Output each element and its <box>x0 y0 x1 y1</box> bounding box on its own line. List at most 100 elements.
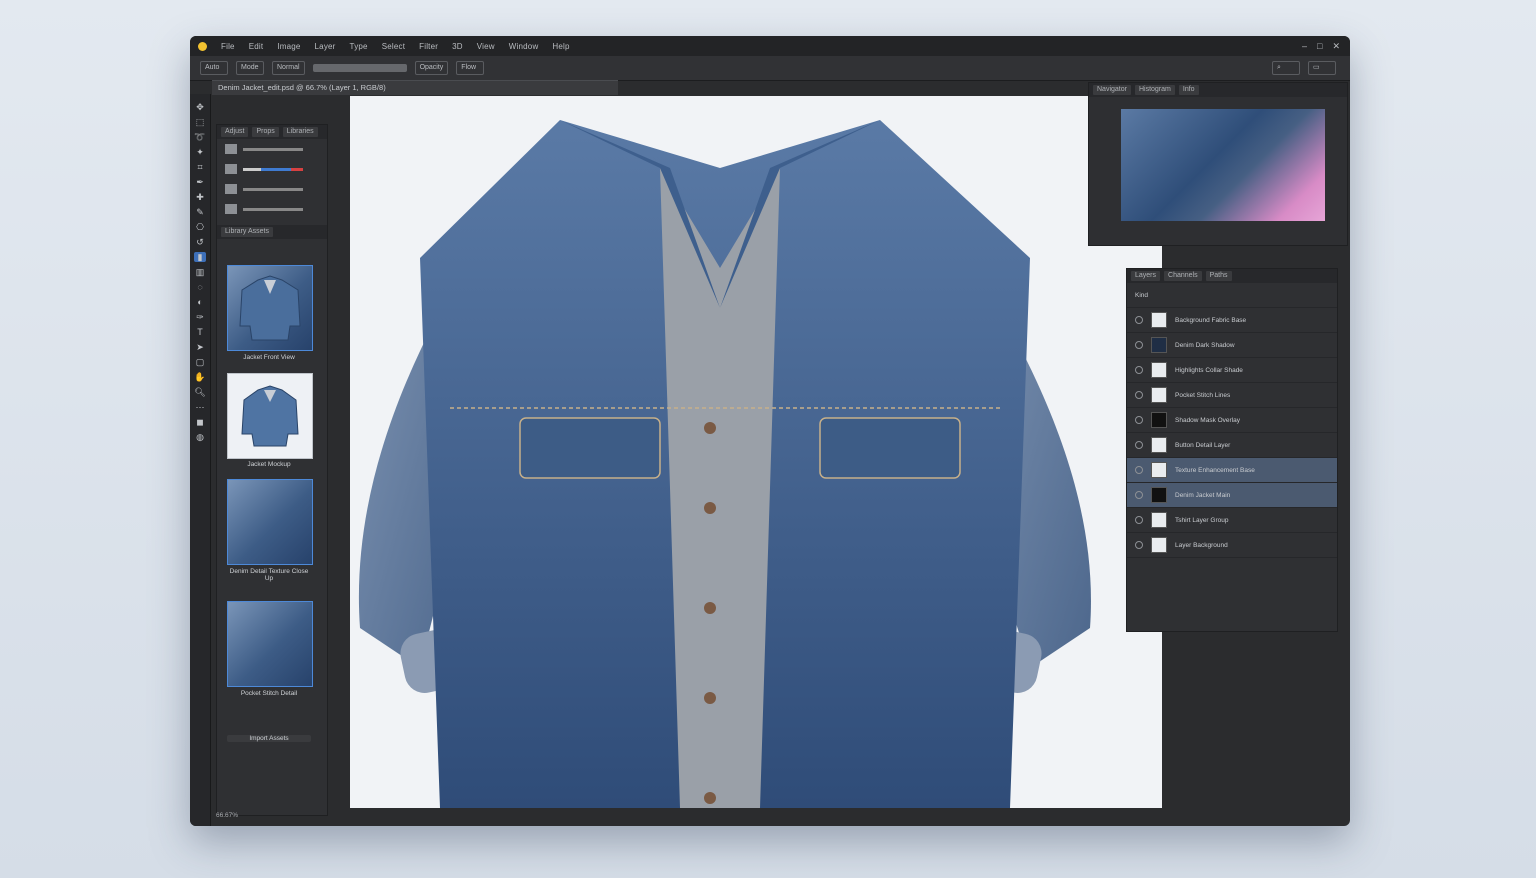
minimize-icon[interactable]: – <box>1302 41 1307 52</box>
workspace-icon[interactable]: ▭ <box>1308 61 1336 75</box>
layer-row[interactable]: Denim Dark Shadow <box>1127 333 1337 358</box>
option-flow[interactable]: Flow <box>456 61 485 75</box>
import-assets-button[interactable]: Import Assets <box>227 735 311 742</box>
visibility-eye-icon[interactable] <box>1135 366 1143 374</box>
menu-3d[interactable]: 3D <box>452 42 463 51</box>
tab-paths[interactable]: Paths <box>1205 271 1232 281</box>
blur-tool-icon[interactable]: ◌ <box>194 282 206 292</box>
layer-row[interactable]: Denim Jacket Main <box>1127 483 1337 508</box>
tab-adjust[interactable]: Adjust <box>221 127 249 137</box>
tab-histogram[interactable]: Histogram <box>1134 85 1175 95</box>
layer-row[interactable]: Layer Background <box>1127 533 1337 558</box>
adjustment-row[interactable] <box>217 159 327 179</box>
healing-tool-icon[interactable]: ✚ <box>194 192 206 202</box>
hand-tool-icon[interactable]: ✋ <box>194 372 206 382</box>
layer-row[interactable]: Background Fabric Base <box>1127 308 1337 333</box>
lasso-tool-icon[interactable]: ➰ <box>194 132 206 142</box>
pen-tool-icon[interactable]: ✑ <box>194 312 206 322</box>
move-tool-icon[interactable]: ✥ <box>194 102 206 112</box>
layer-filter-row[interactable]: Kind <box>1127 283 1337 308</box>
layer-list: Background Fabric Base Denim Dark Shadow H… <box>1127 308 1337 558</box>
library-thumb[interactable] <box>227 265 313 351</box>
gradient-tool-icon[interactable]: ▥ <box>194 267 206 277</box>
app-logo-icon[interactable] <box>198 41 207 51</box>
menu-type[interactable]: Type <box>350 42 368 51</box>
option-opacity[interactable]: Opacity <box>414 61 449 75</box>
window-controls: – □ ✕ <box>1302 41 1350 52</box>
shape-tool-icon[interactable]: ▢ <box>194 357 206 367</box>
option-normal[interactable]: Normal <box>272 61 305 75</box>
option-auto[interactable]: Auto <box>200 61 228 75</box>
visibility-eye-icon[interactable] <box>1135 466 1143 474</box>
visibility-eye-icon[interactable] <box>1135 541 1143 549</box>
layers-tabs: Layers Channels Paths <box>1127 269 1337 283</box>
tab-channels[interactable]: Channels <box>1164 271 1202 281</box>
menu-filter[interactable]: Filter <box>419 42 438 51</box>
adjustment-slider[interactable] <box>243 167 303 171</box>
tab-libraries[interactable]: Libraries <box>282 127 318 137</box>
layer-row[interactable]: Shadow Mask Overlay <box>1127 408 1337 433</box>
adjustment-row[interactable] <box>217 179 327 199</box>
visibility-eye-icon[interactable] <box>1135 491 1143 499</box>
layer-row[interactable]: Highlights Collar Shade <box>1127 358 1337 383</box>
layer-row[interactable]: Tshirt Layer Group <box>1127 508 1337 533</box>
layer-row[interactable]: Button Detail Layer <box>1127 433 1337 458</box>
thumb-caption: Jacket Mockup <box>247 461 291 468</box>
visibility-eye-icon[interactable] <box>1135 441 1143 449</box>
navigator-preview[interactable] <box>1121 109 1325 221</box>
options-bar: Auto Mode Normal Opacity Flow ⌕ ▭ <box>190 56 1350 81</box>
library-thumb[interactable] <box>227 479 313 565</box>
adjustment-slider[interactable] <box>243 207 303 211</box>
adjustment-slider[interactable] <box>243 187 303 191</box>
menu-view[interactable]: View <box>477 42 495 51</box>
close-icon[interactable]: ✕ <box>1332 41 1340 52</box>
visibility-eye-icon[interactable] <box>1135 516 1143 524</box>
zoom-tool-icon[interactable]: 🔍︎ <box>194 387 206 397</box>
search-icon[interactable]: ⌕ <box>1272 61 1300 75</box>
visibility-eye-icon[interactable] <box>1135 391 1143 399</box>
adjustment-slider[interactable] <box>243 147 303 151</box>
visibility-eye-icon[interactable] <box>1135 341 1143 349</box>
dodge-tool-icon[interactable]: ◐ <box>194 297 206 307</box>
eraser-tool-icon[interactable]: ▮ <box>194 252 206 262</box>
tab-navigator[interactable]: Navigator <box>1093 85 1131 95</box>
opacity-slider[interactable] <box>312 64 407 72</box>
adjustment-row[interactable] <box>217 139 327 159</box>
document-tab[interactable]: Denim Jacket_edit.psd @ 66.7% (Layer 1, … <box>212 80 618 95</box>
layer-row[interactable]: Pocket Stitch Lines <box>1127 383 1337 408</box>
menu-select[interactable]: Select <box>382 42 405 51</box>
tab-props[interactable]: Props <box>252 127 279 137</box>
foreground-color-icon[interactable]: ◼ <box>194 417 206 427</box>
history-brush-tool-icon[interactable]: ↺ <box>194 237 206 247</box>
menu-file[interactable]: File <box>221 42 235 51</box>
layer-row[interactable]: Texture Enhancement Base <box>1127 458 1337 483</box>
magic-wand-tool-icon[interactable]: ✦ <box>194 147 206 157</box>
menu-layer[interactable]: Layer <box>315 42 336 51</box>
stamp-tool-icon[interactable]: ⎔ <box>194 222 206 232</box>
quick-mask-icon[interactable]: ◍ <box>194 432 206 442</box>
visibility-eye-icon[interactable] <box>1135 316 1143 324</box>
library-thumb-selected[interactable] <box>227 373 313 459</box>
library-thumb[interactable] <box>227 601 313 687</box>
eyedropper-tool-icon[interactable]: ✒ <box>194 177 206 187</box>
navigator-panel: Navigator Histogram Info <box>1088 82 1348 246</box>
menu-help[interactable]: Help <box>552 42 569 51</box>
path-select-tool-icon[interactable]: ➤ <box>194 342 206 352</box>
option-mode[interactable]: Mode <box>236 61 264 75</box>
adjustment-row[interactable] <box>217 199 327 219</box>
tab-layers[interactable]: Layers <box>1131 271 1161 281</box>
menu-window[interactable]: Window <box>509 42 539 51</box>
crop-tool-icon[interactable]: ⌗ <box>194 162 206 172</box>
layer-name: Tshirt Layer Group <box>1175 516 1229 524</box>
type-tool-icon[interactable]: T <box>194 327 206 337</box>
marquee-tool-icon[interactable]: ⬚ <box>194 117 206 127</box>
menu-edit[interactable]: Edit <box>249 42 264 51</box>
maximize-icon[interactable]: □ <box>1317 41 1322 52</box>
library-header: Library Assets <box>217 225 327 239</box>
tab-info[interactable]: Info <box>1178 85 1199 95</box>
edit-toolbar-icon[interactable]: ⋯ <box>194 402 206 412</box>
jacket-mockup-icon <box>241 385 299 447</box>
brush-tool-icon[interactable]: ✎ <box>194 207 206 217</box>
menu-image[interactable]: Image <box>277 42 300 51</box>
visibility-eye-icon[interactable] <box>1135 416 1143 424</box>
